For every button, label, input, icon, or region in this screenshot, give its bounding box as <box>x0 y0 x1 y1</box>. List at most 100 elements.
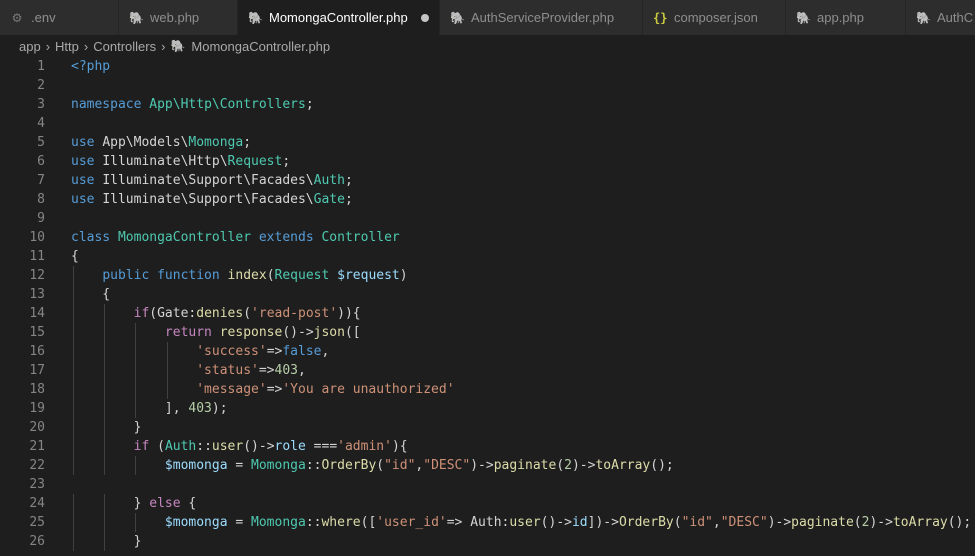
line-number[interactable]: 19 <box>0 399 45 418</box>
code-text[interactable]: } <box>71 532 142 551</box>
code-token: :: <box>305 515 322 530</box>
line-number[interactable]: 9 <box>0 209 45 228</box>
code-line[interactable]: 24 } else { <box>0 494 975 513</box>
code-line[interactable]: 1 <?php <box>0 57 975 76</box>
code-line[interactable]: 10 class MomongaController extends Contro… <box>0 228 975 247</box>
unsaved-changes-dot[interactable] <box>420 13 429 22</box>
code-line[interactable]: 6 use Illuminate\Http\Request; <box>0 152 975 171</box>
breadcrumb-item-app[interactable]: app <box>19 39 41 54</box>
tab-momonga-controller[interactable]: 🐘 MomongaController.php <box>238 0 440 35</box>
tab-app-php[interactable]: 🐘 app.php <box>786 0 906 35</box>
code-line[interactable]: 2 <box>0 76 975 95</box>
code-text[interactable]: use App\Models\Momonga; <box>71 133 251 152</box>
line-number[interactable]: 16 <box>0 342 45 361</box>
code-line[interactable]: 14 if(Gate:denies('read-post')){ <box>0 304 975 323</box>
code-line[interactable]: 19 ], 403); <box>0 399 975 418</box>
line-number[interactable]: 10 <box>0 228 45 247</box>
line-number[interactable]: 24 <box>0 494 45 513</box>
code-editor[interactable]: 1 <?php 2 3 namespace App\Http\Controllers; 4… <box>0 57 975 556</box>
code-text[interactable]: <?php <box>71 57 110 76</box>
line-number[interactable]: 14 <box>0 304 45 323</box>
line-number[interactable]: 25 <box>0 513 45 532</box>
code-text[interactable]: $momonga = Momonga::OrderBy("id","DESC")… <box>71 456 674 475</box>
code-line[interactable]: 25 $momonga = Momonga::where(['user_id'=… <box>0 513 975 532</box>
json-braces-icon: {} <box>653 10 668 25</box>
code-line[interactable]: 7 use Illuminate\Support\Facades\Auth; <box>0 171 975 190</box>
line-number[interactable]: 13 <box>0 285 45 304</box>
code-line[interactable]: 8 use Illuminate\Support\Facades\Gate; <box>0 190 975 209</box>
code-line[interactable]: 13 { <box>0 285 975 304</box>
code-token: { <box>352 306 361 321</box>
code-line[interactable]: 16 'success'=>false, <box>0 342 975 361</box>
line-number[interactable]: 26 <box>0 532 45 551</box>
code-text[interactable]: use Illuminate\Http\Request; <box>71 152 290 171</box>
code-line[interactable]: 17 'status'=>403, <box>0 361 975 380</box>
tab-web-php[interactable]: 🐘 web.php <box>119 0 238 35</box>
code-line[interactable]: 12 public function index(Request $reques… <box>0 266 975 285</box>
code-line[interactable]: 20 } <box>0 418 975 437</box>
line-number[interactable]: 2 <box>0 76 45 95</box>
code-lines[interactable]: 1 <?php 2 3 namespace App\Http\Controllers; 4… <box>0 57 975 551</box>
breadcrumb-item-file[interactable]: MomongaController.php <box>191 39 330 54</box>
code-line[interactable]: 23 <box>0 475 975 494</box>
code-text[interactable]: ], 403); <box>71 399 228 418</box>
code-token: ])-> <box>587 515 619 530</box>
tab-authc[interactable]: 🐘 AuthC <box>906 0 975 35</box>
code-text[interactable]: use Illuminate\Support\Facades\Auth; <box>71 171 353 190</box>
line-number[interactable]: 7 <box>0 171 45 190</box>
code-line[interactable]: 26 } <box>0 532 975 551</box>
code-token: => <box>266 382 283 397</box>
code-text[interactable]: } else { <box>71 494 197 513</box>
line-number[interactable]: 4 <box>0 114 45 133</box>
code-text[interactable]: { <box>71 247 79 266</box>
line-number[interactable]: 5 <box>0 133 45 152</box>
code-token: } <box>71 534 142 549</box>
code-text[interactable]: { <box>71 285 110 304</box>
code-line[interactable]: 21 if (Auth::user()->role ==='admin'){ <box>0 437 975 456</box>
code-token: ) <box>399 268 408 283</box>
line-number[interactable]: 20 <box>0 418 45 437</box>
code-text[interactable]: class MomongaController extends Controll… <box>71 228 400 247</box>
tab-env[interactable]: ⚙ .env <box>0 0 119 35</box>
line-number[interactable]: 18 <box>0 380 45 399</box>
line-number[interactable]: 21 <box>0 437 45 456</box>
code-line[interactable]: 3 namespace App\Http\Controllers; <box>0 95 975 114</box>
code-text[interactable]: public function index(Request $request) <box>71 266 408 285</box>
tab-composer-json[interactable]: {} composer.json <box>643 0 786 35</box>
code-text[interactable]: namespace App\Http\Controllers; <box>71 95 314 114</box>
code-line[interactable]: 9 <box>0 209 975 228</box>
code-text[interactable]: $momonga = Momonga::where(['user_id'=> A… <box>71 513 971 532</box>
code-text[interactable]: } <box>71 418 142 437</box>
code-line[interactable]: 22 $momonga = Momonga::OrderBy("id","DES… <box>0 456 975 475</box>
line-number[interactable]: 1 <box>0 57 45 76</box>
line-number[interactable]: 11 <box>0 247 45 266</box>
tab-auth-service-provider[interactable]: 🐘 AuthServiceProvider.php <box>440 0 643 35</box>
code-line[interactable]: 5 use App\Models\Momonga; <box>0 133 975 152</box>
code-line[interactable]: 11 { <box>0 247 975 266</box>
code-text[interactable]: 'status'=>403, <box>71 361 306 380</box>
code-line[interactable]: 4 <box>0 114 975 133</box>
code-text[interactable]: 'message'=>'You are unauthorized' <box>71 380 454 399</box>
tab-label: AuthC <box>937 10 974 25</box>
line-number[interactable]: 8 <box>0 190 45 209</box>
php-elephant-icon: 🐘 <box>916 10 931 25</box>
line-number[interactable]: 15 <box>0 323 45 342</box>
code-token: )-> <box>869 515 893 530</box>
code-line[interactable]: 15 return response()->json([ <box>0 323 975 342</box>
line-number[interactable]: 22 <box>0 456 45 475</box>
breadcrumb-item-http[interactable]: Http <box>55 39 79 54</box>
line-number[interactable]: 23 <box>0 475 45 494</box>
breadcrumb-item-controllers[interactable]: Controllers <box>93 39 156 54</box>
line-number[interactable]: 3 <box>0 95 45 114</box>
line-number[interactable]: 17 <box>0 361 45 380</box>
code-text[interactable]: 'success'=>false, <box>71 342 329 361</box>
code-text[interactable]: if (Auth::user()->role ==='admin'){ <box>71 437 408 456</box>
code-text[interactable]: use Illuminate\Support\Facades\Gate; <box>71 190 353 209</box>
line-number[interactable]: 12 <box>0 266 45 285</box>
code-text[interactable]: if(Gate:denies('read-post')){ <box>71 304 361 323</box>
code-text[interactable]: return response()->json([ <box>71 323 361 342</box>
code-token: response <box>219 325 283 340</box>
code-token: ()-> <box>540 515 572 530</box>
code-line[interactable]: 18 'message'=>'You are unauthorized' <box>0 380 975 399</box>
line-number[interactable]: 6 <box>0 152 45 171</box>
